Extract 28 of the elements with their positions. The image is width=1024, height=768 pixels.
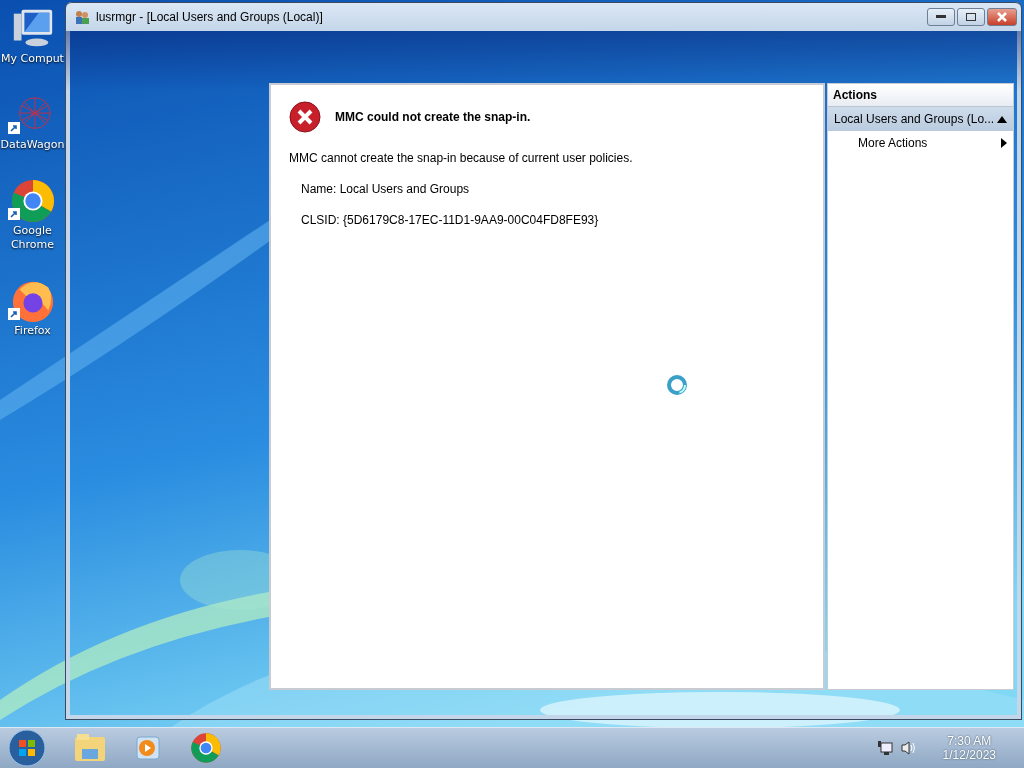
desktop-icon-label[interactable]: Firefox bbox=[0, 324, 65, 338]
error-detail: CLSID: {5D6179C8-17EC-11D1-9AA9-00C04FD8FE93} bbox=[301, 213, 600, 227]
restore-button[interactable] bbox=[957, 8, 985, 26]
start-button[interactable] bbox=[8, 729, 46, 767]
restore-icon bbox=[966, 13, 976, 21]
action-item[interactable]: More Actions bbox=[828, 131, 1013, 155]
busy-cursor-icon bbox=[666, 374, 688, 396]
error-message: MMC cannot create the snap-in because of current user policies. bbox=[289, 151, 634, 165]
close-button[interactable] bbox=[987, 8, 1017, 26]
volume-icon[interactable] bbox=[900, 740, 917, 756]
error-detail: Name: Local Users and Groups bbox=[301, 182, 471, 196]
actions-section-header[interactable]: Local Users and Groups (Lo... bbox=[828, 107, 1013, 131]
desktop-icon-label[interactable]: Google Chrome bbox=[0, 224, 65, 252]
error-heading: MMC could not create the snap-in. bbox=[335, 110, 531, 124]
chrome-icon[interactable] bbox=[9, 178, 56, 224]
minimize-button[interactable] bbox=[927, 8, 955, 26]
actions-header: Actions bbox=[828, 84, 1013, 107]
desktop-icon-label[interactable]: My Comput bbox=[0, 52, 65, 66]
network-icon[interactable] bbox=[876, 740, 893, 756]
submenu-arrow-icon bbox=[1001, 138, 1007, 148]
window-title: lusrmgr - [Local Users and Groups (Local)] bbox=[96, 10, 323, 24]
desktop-icon-label[interactable]: DataWagon bbox=[0, 138, 65, 152]
close-icon bbox=[997, 12, 1007, 22]
minimize-icon bbox=[936, 15, 946, 19]
users-icon bbox=[74, 9, 90, 25]
error-icon bbox=[289, 101, 321, 133]
collapse-caret-icon[interactable] bbox=[997, 115, 1007, 123]
chrome-icon[interactable] bbox=[190, 732, 222, 764]
